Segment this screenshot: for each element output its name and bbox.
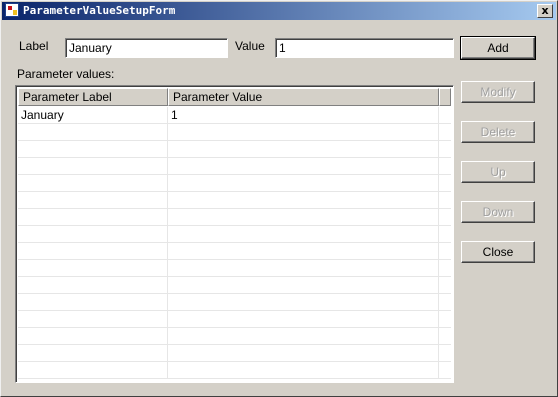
parameter-label-cell[interactable] — [18, 362, 168, 378]
label-input[interactable]: January — [65, 38, 228, 58]
title-bar[interactable]: ParameterValueSetupForm x — [2, 2, 556, 20]
parameter-label-cell[interactable] — [18, 345, 168, 361]
table-row[interactable] — [18, 158, 451, 175]
row-filler-cell — [439, 277, 451, 293]
table-row[interactable] — [18, 141, 451, 158]
up-button[interactable]: Up — [461, 161, 535, 183]
value-caption: Value — [235, 39, 265, 53]
row-filler-cell — [439, 107, 451, 123]
parameter-value-cell[interactable] — [168, 260, 439, 276]
column-header-parameter-value[interactable]: Parameter Value — [168, 88, 439, 106]
row-filler-cell — [439, 243, 451, 259]
column-header-parameter-label[interactable]: Parameter Label — [18, 88, 168, 106]
table-row[interactable] — [18, 124, 451, 141]
parameter-value-cell[interactable] — [168, 192, 439, 208]
parameter-values-caption: Parameter values: — [17, 67, 115, 81]
parameter-value-cell[interactable] — [168, 362, 439, 378]
label-caption: Label — [19, 39, 49, 53]
table-row[interactable] — [18, 277, 451, 294]
close-button[interactable]: Close — [461, 241, 535, 263]
parameter-label-cell[interactable] — [18, 277, 168, 293]
table-row[interactable] — [18, 328, 451, 345]
table-row[interactable]: January 1 — [18, 107, 451, 124]
parameter-value-cell[interactable] — [168, 158, 439, 174]
parameter-label-cell[interactable] — [18, 209, 168, 225]
parameter-value-cell[interactable] — [168, 277, 439, 293]
parameter-label-cell[interactable] — [18, 260, 168, 276]
add-button[interactable]: Add — [460, 36, 536, 60]
parameter-label-cell[interactable] — [18, 141, 168, 157]
row-filler-cell — [439, 141, 451, 157]
row-filler-cell — [439, 260, 451, 276]
table-row[interactable] — [18, 345, 451, 362]
grid-header: Parameter Label Parameter Value — [18, 88, 451, 106]
table-row[interactable] — [18, 243, 451, 260]
parameter-value-cell[interactable] — [168, 243, 439, 259]
app-icon[interactable] — [5, 3, 19, 17]
parameter-value-cell[interactable]: 1 — [168, 107, 439, 123]
table-row[interactable] — [18, 192, 451, 209]
parameter-value-cell[interactable] — [168, 175, 439, 191]
parameter-value-cell[interactable] — [168, 141, 439, 157]
parameter-label-cell[interactable] — [18, 124, 168, 140]
window-title: ParameterValueSetupForm — [23, 4, 176, 17]
delete-button[interactable]: Delete — [461, 121, 535, 143]
table-row[interactable] — [18, 209, 451, 226]
parameter-value-cell[interactable] — [168, 209, 439, 225]
row-filler-cell — [439, 209, 451, 225]
row-filler-cell — [439, 345, 451, 361]
parameter-values-grid[interactable]: Parameter Label Parameter Value January 1 — [15, 85, 454, 383]
parameter-label-cell[interactable]: January — [18, 107, 168, 123]
parameter-label-cell[interactable] — [18, 243, 168, 259]
parameter-value-cell[interactable] — [168, 124, 439, 140]
row-filler-cell — [439, 192, 451, 208]
parameter-value-cell[interactable] — [168, 294, 439, 310]
row-filler-cell — [439, 175, 451, 191]
value-input[interactable]: 1 — [275, 38, 454, 58]
parameter-label-cell[interactable] — [18, 294, 168, 310]
table-row[interactable] — [18, 260, 451, 277]
parameter-value-cell[interactable] — [168, 226, 439, 242]
parameter-label-cell[interactable] — [18, 158, 168, 174]
parameter-label-cell[interactable] — [18, 311, 168, 327]
table-row[interactable] — [18, 311, 451, 328]
down-button[interactable]: Down — [461, 201, 535, 223]
column-header-filler — [439, 88, 451, 106]
grid-rows: January 1 — [18, 107, 451, 379]
row-filler-cell — [439, 311, 451, 327]
close-window-button[interactable]: x — [537, 4, 553, 18]
parameter-label-cell[interactable] — [18, 226, 168, 242]
table-row[interactable] — [18, 226, 451, 243]
parameter-label-cell[interactable] — [18, 328, 168, 344]
parameter-label-cell[interactable] — [18, 192, 168, 208]
row-filler-cell — [439, 226, 451, 242]
table-row[interactable] — [18, 294, 451, 311]
parameter-value-cell[interactable] — [168, 328, 439, 344]
parameter-value-cell[interactable] — [168, 345, 439, 361]
table-row[interactable] — [18, 175, 451, 192]
row-filler-cell — [439, 328, 451, 344]
parameter-label-cell[interactable] — [18, 175, 168, 191]
form-window: ParameterValueSetupForm x Label January … — [0, 0, 558, 397]
row-filler-cell — [439, 158, 451, 174]
parameter-value-cell[interactable] — [168, 311, 439, 327]
row-filler-cell — [439, 124, 451, 140]
modify-button[interactable]: Modify — [461, 81, 535, 103]
row-filler-cell — [439, 362, 451, 378]
row-filler-cell — [439, 294, 451, 310]
table-row[interactable] — [18, 362, 451, 379]
